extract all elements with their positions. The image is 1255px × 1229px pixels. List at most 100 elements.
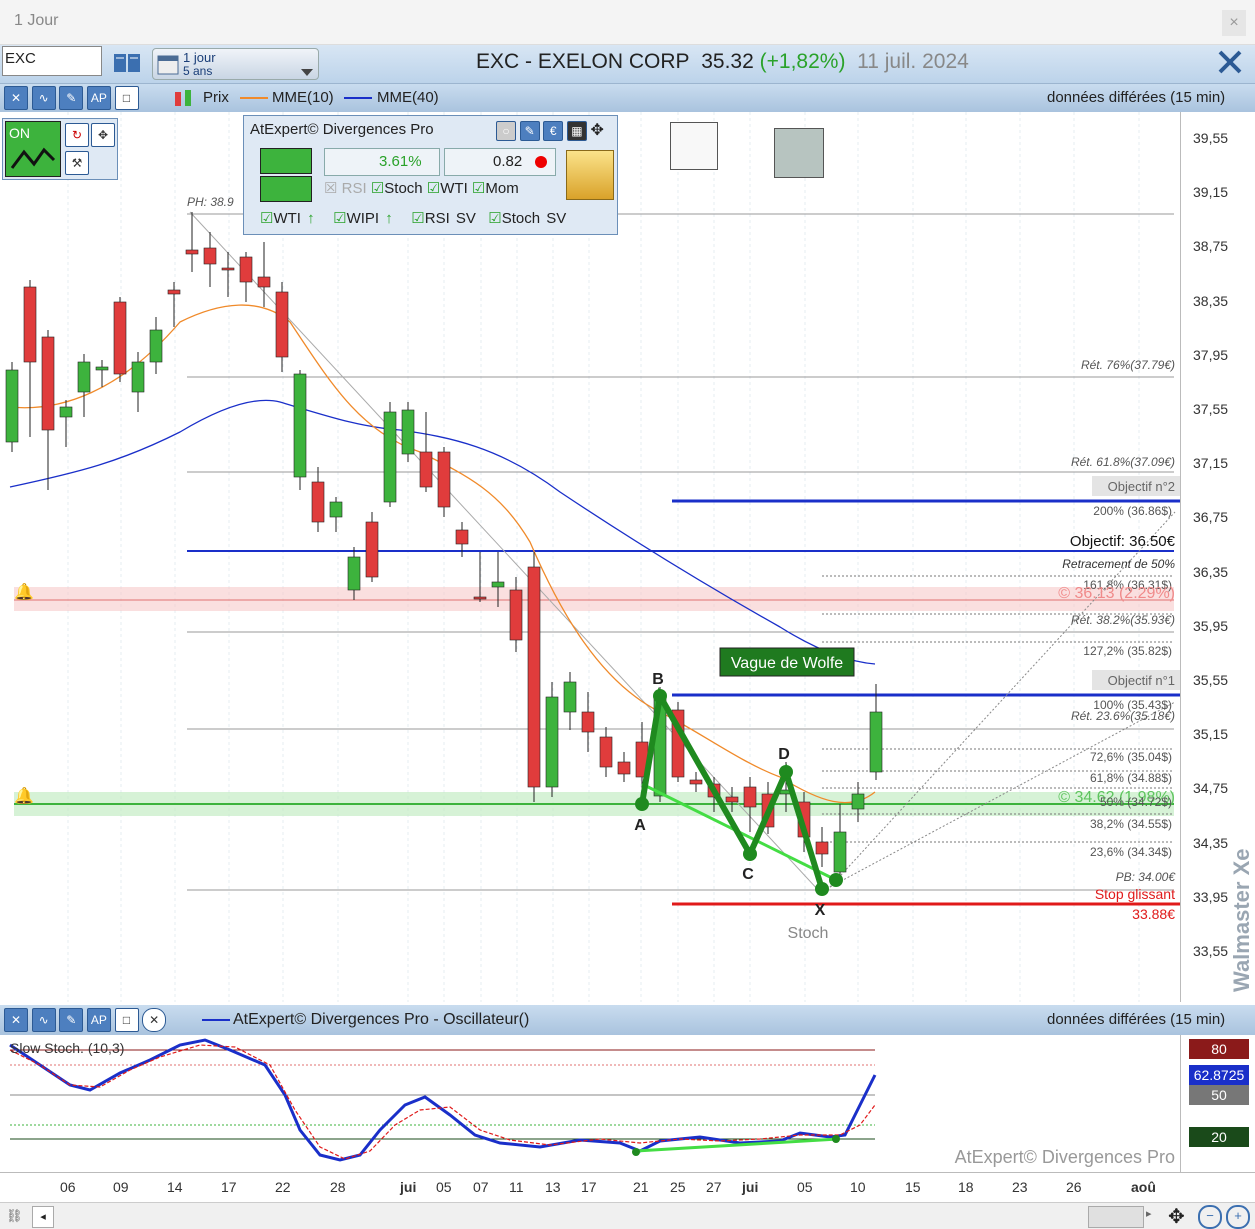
level-80: 80: [1189, 1039, 1249, 1059]
date-tick: 10: [850, 1179, 866, 1195]
zoom-in-icon[interactable]: +: [1226, 1205, 1250, 1229]
date-tick: 07: [473, 1179, 489, 1195]
candle-down: [311, 481, 325, 523]
price-tick: 34,35: [1193, 834, 1229, 851]
check-stoch[interactable]: ☑Stoch: [371, 180, 423, 197]
alert-red-label: © 36.13 (2.29%): [1058, 585, 1175, 602]
check-rsi[interactable]: ☒ RSI: [324, 180, 367, 197]
pen-chip-icon[interactable]: ✎: [59, 86, 84, 110]
obj2-label: Objectif n°2: [1108, 479, 1175, 494]
price-chart[interactable]: PH: 38.9 Rét. 76%(37.79€) Rét. 61.8%(37.09…: [0, 112, 1180, 1002]
window-chip-icon[interactable]: □: [114, 86, 139, 110]
pct-box[interactable]: 3.61%: [324, 148, 440, 176]
check-wipi[interactable]: ☑WIPI ↑: [333, 210, 393, 227]
refresh-icon[interactable]: ↻: [65, 123, 89, 147]
point-b-label: B: [652, 671, 664, 688]
stop-label: Stop glissant: [1095, 886, 1175, 902]
period-selector[interactable]: 1 jour 5 ans: [152, 48, 319, 80]
panel-euro-icon[interactable]: €: [543, 121, 564, 141]
osc-tool-chips: ✕ ∿ ✎ AP □ ✕: [4, 1008, 167, 1032]
calendar-icon: [157, 55, 179, 75]
auto-panel: ON ↻ ✥ ⚒: [2, 118, 118, 180]
stopval-label: 33.88€: [1132, 906, 1175, 922]
oscillator-chart[interactable]: Slow Stoch. (10,3) AtExpert© Divergences …: [0, 1035, 1180, 1172]
price-tick: 34,75: [1193, 780, 1229, 797]
move-icon[interactable]: ✥: [91, 123, 115, 147]
last-price: 35.32: [701, 50, 754, 73]
osc-window-icon[interactable]: □: [114, 1008, 139, 1032]
check-wti-sv[interactable]: ☑WTI ↑: [260, 210, 315, 227]
candle-down: [113, 301, 127, 375]
scroll-right-icon[interactable]: ▸: [1146, 1207, 1152, 1220]
candle-down: [23, 286, 37, 363]
candle-down: [41, 336, 55, 431]
check-wti[interactable]: ☑WTI: [427, 180, 468, 197]
tools-chip-icon[interactable]: ✕: [4, 86, 28, 110]
close-button[interactable]: ×: [1222, 10, 1246, 36]
date-tick: 23: [1012, 1179, 1028, 1195]
date-tick: 27: [706, 1179, 722, 1195]
price-tick: 35,15: [1193, 726, 1229, 743]
div-up-button[interactable]: [260, 148, 312, 174]
candle-down: [221, 267, 235, 271]
divergences-panel: AtExpert© Divergences Pro ○ ✎ € ▦ ✥ 3.61…: [243, 115, 618, 235]
bottom-scrollbar[interactable]: ⛓ ◂ ▸ ✥ − +: [0, 1202, 1255, 1229]
level-20: 20: [1189, 1127, 1249, 1147]
symbol-input[interactable]: EXC: [2, 46, 102, 76]
ratio-box[interactable]: 0.82: [444, 148, 556, 176]
div-down-button[interactable]: [260, 176, 312, 202]
price-tick: 35,55: [1193, 672, 1229, 688]
panel-circle-icon[interactable]: ○: [496, 121, 516, 141]
osc-close-icon[interactable]: ✕: [142, 1008, 167, 1032]
date-tick: 05: [436, 1179, 452, 1195]
check-rsi-sv[interactable]: ☑RSI SV: [411, 210, 476, 227]
csp-icon[interactable]: [670, 122, 718, 170]
candle-down: [617, 761, 631, 775]
osc-ap-icon[interactable]: AP: [86, 1008, 111, 1032]
candle-up: [149, 329, 163, 363]
osc-tools-icon[interactable]: ✕: [4, 1008, 28, 1032]
panel-pen-icon[interactable]: ✎: [519, 121, 540, 141]
link-icon[interactable]: ⛓: [6, 1208, 23, 1224]
osc-wave-icon[interactable]: ∿: [31, 1008, 56, 1032]
bell-icon[interactable]: [566, 150, 614, 200]
panel-grid-icon[interactable]: ▦: [566, 121, 587, 141]
instrument-name: EXC - EXELON CORP: [476, 50, 690, 73]
stoch-label: Stoch: [788, 925, 829, 942]
date-tick: 18: [958, 1179, 974, 1195]
date-tick: 25: [670, 1179, 686, 1195]
wave-chip-icon[interactable]: ∿: [31, 86, 56, 110]
check-mom[interactable]: ☑Mom: [472, 180, 519, 197]
osc-point: [832, 1135, 840, 1143]
watermark: Walmaster Xe: [1229, 848, 1254, 992]
check-stoch-sv[interactable]: ☑Stoch SV: [488, 210, 566, 227]
alert-band-red: [14, 587, 1174, 611]
acd-icon[interactable]: [774, 128, 824, 178]
candle-down: [419, 451, 433, 488]
scroll-left-icon[interactable]: ◂: [32, 1206, 54, 1228]
p1414-label: Rét. 38.2%(35.93€): [1071, 613, 1175, 627]
date-axis: 06 09 14 17 22 28 jui 05 07 11 13 17 21 25 27 jui 05 10 15…: [0, 1172, 1255, 1201]
chevron-down-icon: [301, 69, 313, 76]
candle-up: [401, 409, 415, 455]
date-tick: jui: [742, 1179, 759, 1195]
book-icon[interactable]: [112, 50, 142, 76]
mme40-line: [9, 399, 876, 665]
tools-icon[interactable]: [1212, 48, 1248, 78]
candle-down: [167, 289, 181, 295]
pan-icon[interactable]: ✥: [1168, 1204, 1185, 1229]
zoom-out-icon[interactable]: −: [1198, 1205, 1222, 1229]
price-change: (+1,82%): [759, 50, 846, 73]
on-toggle[interactable]: ON: [5, 121, 61, 177]
scroll-thumb[interactable]: [1088, 1206, 1144, 1228]
candle-up: [77, 361, 91, 393]
panel-move-icon[interactable]: ✥: [591, 122, 604, 139]
ph-label: PH: 38.9: [187, 195, 234, 209]
ap-chip-icon[interactable]: AP: [86, 86, 111, 110]
wolfe-point: [779, 765, 793, 779]
osc-pen-icon[interactable]: ✎: [59, 1008, 84, 1032]
candle-up: [869, 711, 883, 773]
window-titlebar: 1 Jour ×: [0, 0, 1255, 45]
date-tick: 28: [330, 1179, 346, 1195]
wrench-icon[interactable]: ⚒: [65, 151, 89, 175]
